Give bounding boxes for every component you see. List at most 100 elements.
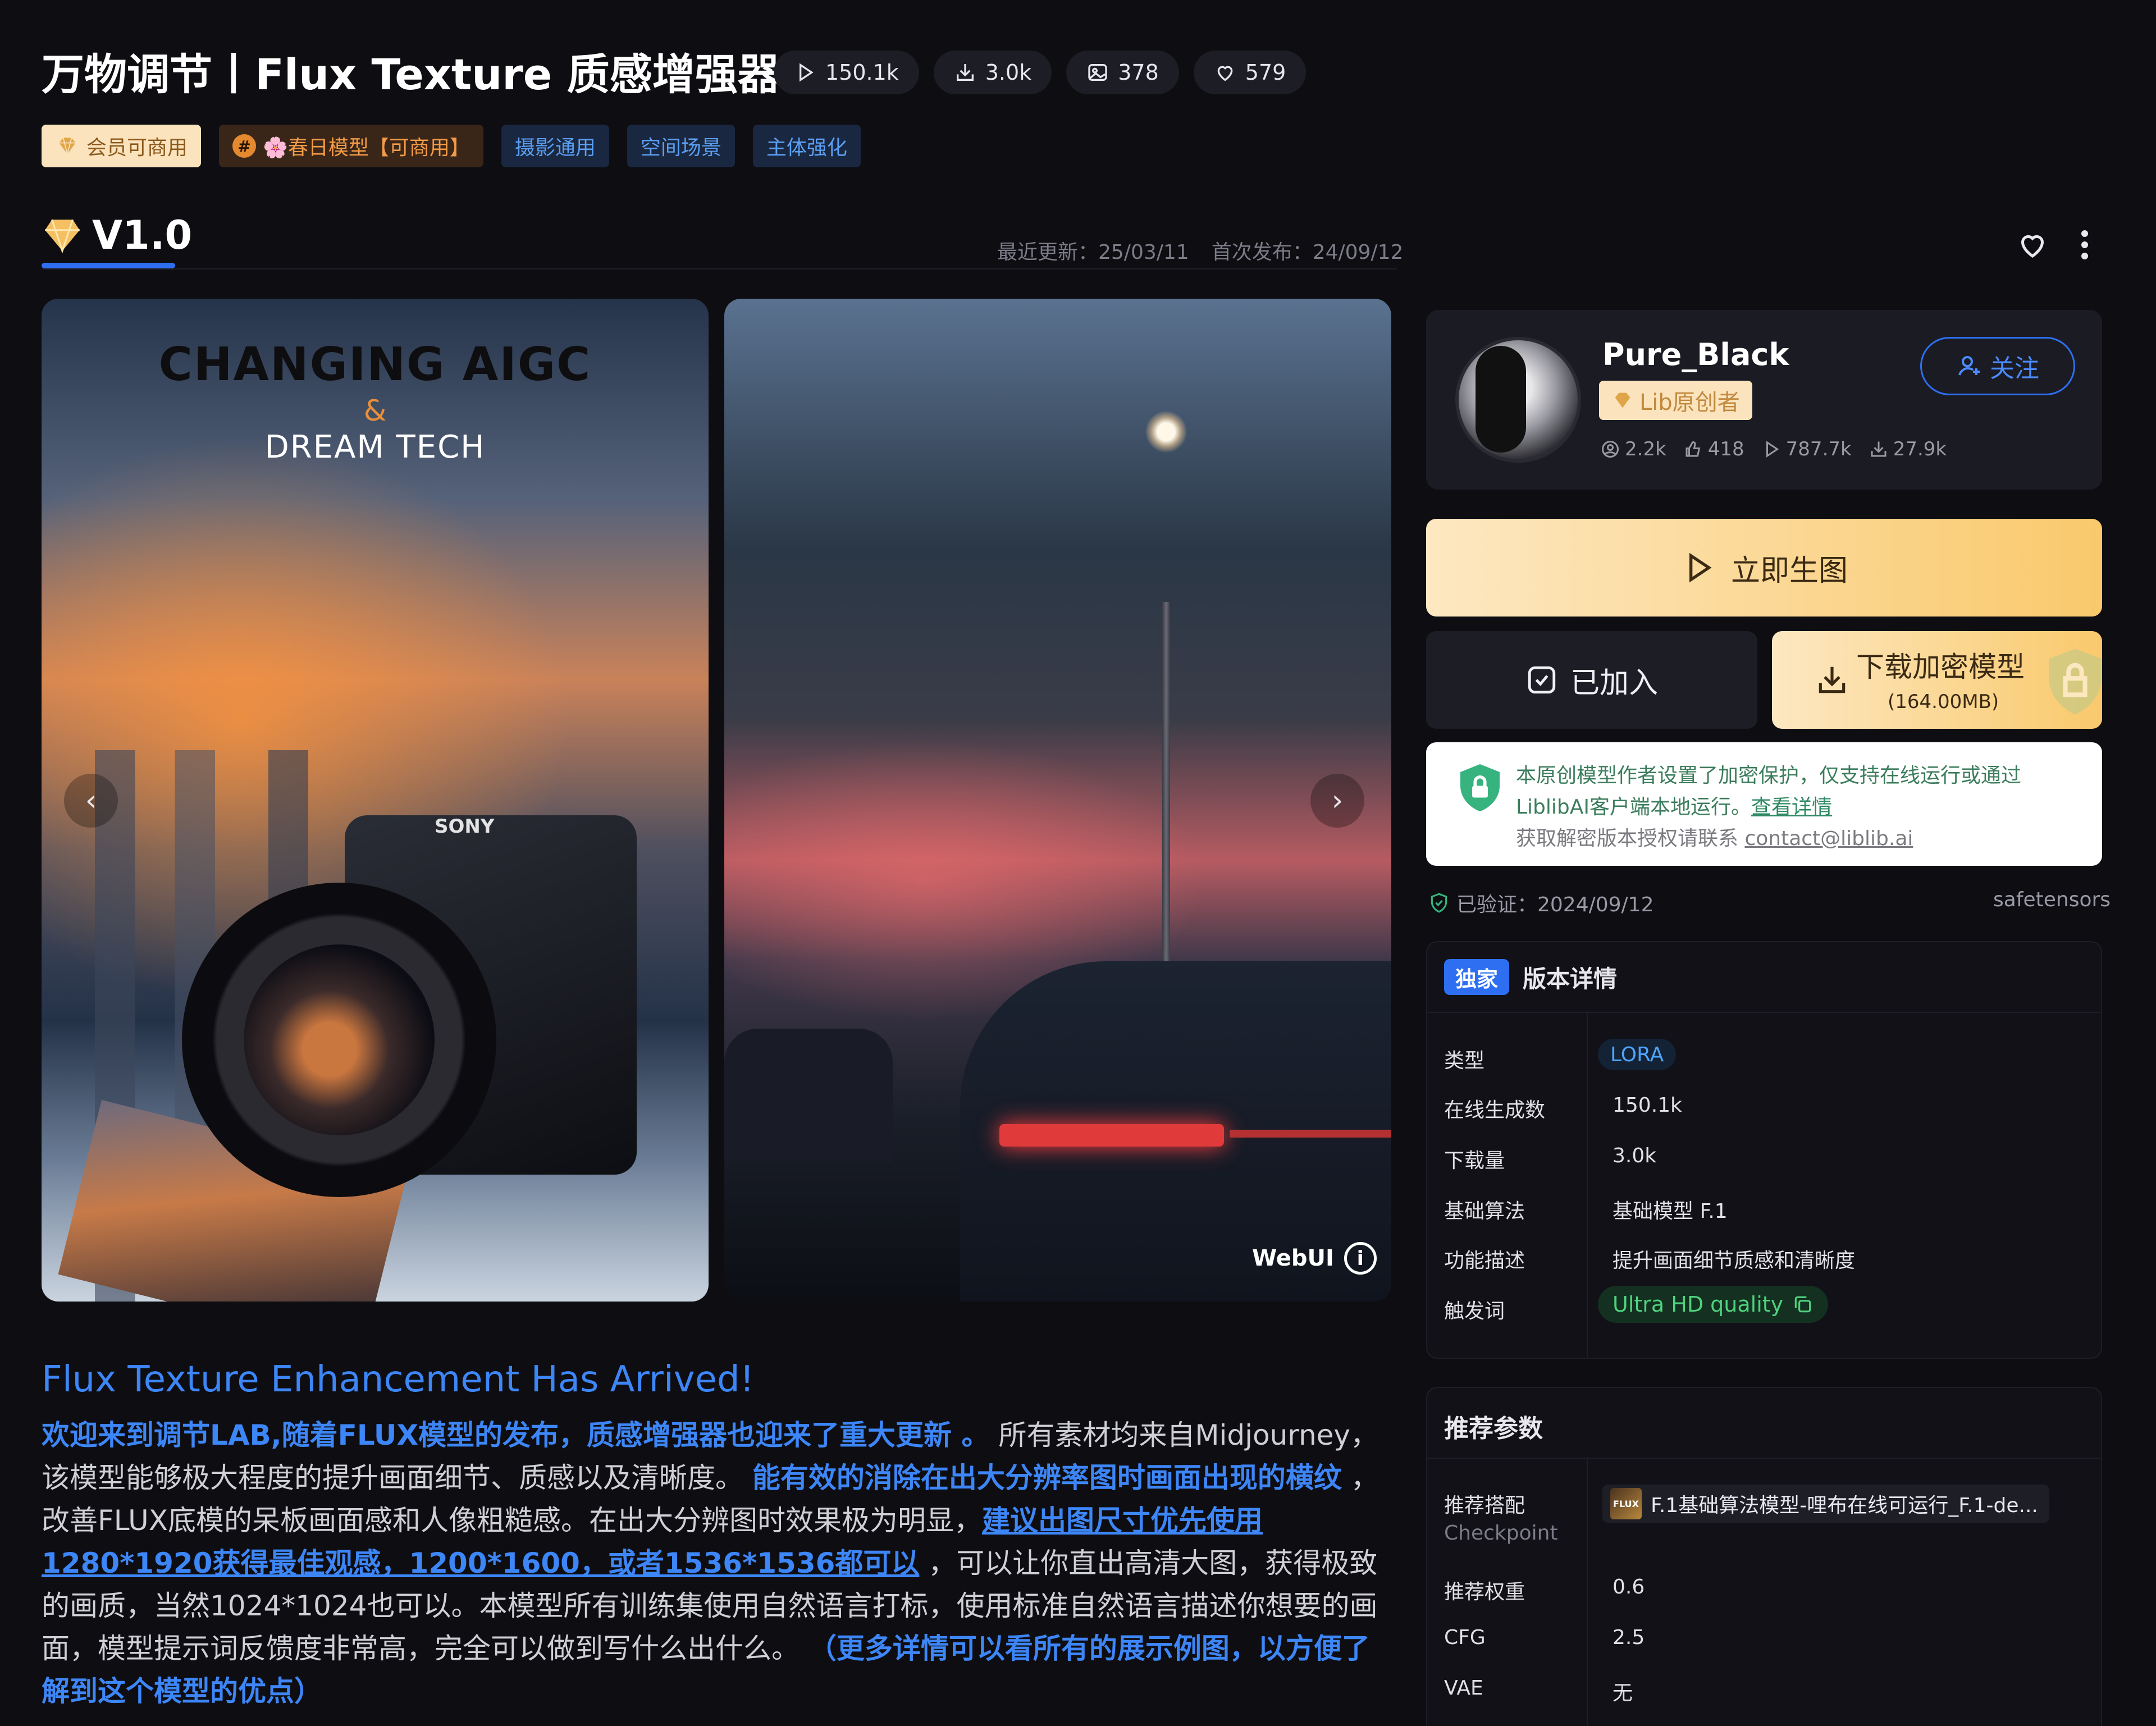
trigger-word-chip[interactable]: Ultra HD quality (1598, 1286, 1829, 1323)
tag-spring-event[interactable]: # 🌸春日模型【可商用】 (219, 125, 483, 167)
camera-brand: SONY (435, 815, 495, 838)
tag-label: 主体强化 (766, 136, 847, 159)
divider (1587, 1012, 1588, 1359)
param-label-checkpoint-sub: Checkpoint (1444, 1522, 1558, 1545)
followers-value: 2.2k (1625, 438, 1666, 460)
tag-list: 会员可商用 # 🌸春日模型【可商用】 摄影通用 空间场景 主体强化 (42, 125, 861, 167)
encryption-text: LiblibAI客户端本地运行。 (1516, 796, 1752, 819)
contact-email-link[interactable]: contact@liblib.ai (1744, 827, 1913, 850)
stat-likes[interactable]: 579 (1193, 51, 1307, 94)
trigger-word: Ultra HD quality (1613, 1292, 1784, 1317)
author-followers: 2.2k (1600, 438, 1666, 460)
file-format: safetensors (1993, 888, 2111, 911)
taillight-stripe (1230, 1130, 1391, 1138)
detail-value-generations: 150.1k (1613, 1094, 1682, 1117)
gallery-prev-button[interactable]: ‹ (64, 774, 118, 828)
encryption-line-3: 获取解密版本授权请联系 contact@liblib.ai (1516, 822, 1913, 851)
check-square-icon (1528, 666, 1556, 694)
details-title: 版本详情 (1523, 965, 1618, 993)
add-user-icon (1958, 356, 1980, 376)
tag-label: 摄影通用 (514, 136, 596, 159)
likes-value: 418 (1707, 438, 1744, 460)
encryption-line-2: LiblibAI客户端本地运行。查看详情 (1516, 791, 1832, 820)
play-icon (800, 63, 814, 82)
info-icon[interactable]: i (1344, 1242, 1377, 1275)
image-ampersand: & (363, 394, 387, 428)
param-value-weight: 0.6 (1613, 1576, 1645, 1599)
downloads-value: 27.9k (1893, 438, 1947, 460)
tag-vip-label: 会员可商用 (86, 136, 188, 159)
image-subheadline: DREAM TECH (264, 429, 486, 465)
tag-event-label: 🌸春日模型【可商用】 (263, 136, 470, 159)
author-card: Pure_Black Lib原创者 2.2k 418 787.7k 27.9k … (1426, 310, 2102, 490)
download-icon (1871, 441, 1886, 457)
author-stats: 2.2k 418 787.7k 27.9k (1600, 438, 1947, 460)
street-lamp-light (1145, 411, 1187, 453)
heart-icon (1217, 66, 1233, 81)
divider (1427, 1458, 2101, 1459)
tag-space-scene[interactable]: 空间场景 (627, 125, 735, 167)
gallery-image-car[interactable]: › WebUI i (724, 299, 1391, 1302)
detail-value-downloads: 3.0k (1613, 1144, 1657, 1167)
creator-badge: Lib原创者 (1599, 381, 1752, 420)
diamond-icon (1615, 392, 1630, 408)
author-name[interactable]: Pure_Black (1602, 337, 1789, 372)
tab-divider (42, 268, 1397, 270)
favorite-icon[interactable] (2016, 228, 2049, 262)
tab-version-v1[interactable]: V1.0 (42, 212, 192, 258)
tag-subject-enhance[interactable]: 主体强化 (752, 125, 861, 167)
tag-photography[interactable]: 摄影通用 (501, 125, 609, 167)
gallery-image-camera[interactable]: CHANGING AIGC & DREAM TECH SONY ‹ (42, 299, 709, 1302)
gallery-next-button[interactable]: › (1310, 774, 1364, 828)
model-stats: 150.1k 3.0k 378 579 (774, 51, 1307, 94)
version-details-card: 独家 版本详情 类型 LORA 在线生成数 150.1k 下载量 3.0k 基础… (1426, 941, 2102, 1359)
download-encrypted-button[interactable]: 下载加密模型 (164.00MB) (1772, 631, 2102, 729)
version-label: V1.0 (92, 212, 193, 258)
parked-car (724, 1029, 893, 1163)
shield-lock-icon (2049, 649, 2102, 715)
detail-label-trigger: 触发词 (1444, 1300, 1505, 1323)
divider (1427, 1012, 2101, 1013)
webui-badge[interactable]: WebUI i (1252, 1242, 1377, 1275)
detail-label-base-algorithm: 基础算法 (1444, 1200, 1525, 1223)
type-badge: LORA (1598, 1039, 1677, 1070)
lens-glass (244, 944, 435, 1135)
avatar[interactable] (1455, 337, 1581, 463)
download-label: 下载加密模型 (1856, 651, 2025, 683)
view-details-link[interactable]: 查看详情 (1751, 796, 1832, 819)
more-options-icon[interactable] (2076, 228, 2093, 262)
generate-now-button[interactable]: 立即生图 (1426, 519, 2102, 617)
added-label: 已加入 (1570, 666, 1658, 700)
author-downloads: 27.9k (1869, 438, 1947, 460)
copy-icon[interactable] (1792, 1294, 1814, 1315)
shield-lock-icon (1460, 764, 1500, 811)
creator-badge-label: Lib原创者 (1639, 390, 1740, 415)
page-title: 万物调节丨Flux Texture 质感增强器 (42, 49, 780, 99)
description-highlight: 欢迎来到调节LAB,随着FLUX模型的发布，质感增强器也迎来了重大更新 。 (42, 1419, 990, 1451)
encryption-line-1: 本原创模型作者设置了加密保护，仅支持在线运行或通过 (1516, 764, 2022, 787)
last-updated: 最近更新：25/03/11 (997, 241, 1189, 264)
detail-label-function: 功能描述 (1444, 1249, 1525, 1272)
params-title: 推荐参数 (1444, 1414, 1543, 1443)
divider (1587, 1458, 1588, 1726)
play-icon (1766, 441, 1779, 458)
car-taillight (999, 1124, 1224, 1147)
follow-button[interactable]: 关注 (1920, 337, 2075, 395)
verified-date: 已验证：2024/09/12 (1456, 893, 1654, 916)
added-button[interactable]: 已加入 (1426, 631, 1757, 729)
follow-label: 关注 (1990, 354, 2039, 383)
version-dates: 最近更新：25/03/11 首次发布：24/09/12 (997, 236, 1403, 265)
runs-value: 787.7k (1785, 438, 1852, 460)
detail-label-type: 类型 (1444, 1049, 1485, 1072)
chevron-left-icon: ‹ (85, 784, 97, 818)
stat-images-value: 378 (1118, 60, 1159, 85)
exclusive-badge: 独家 (1444, 959, 1510, 995)
checkpoint-thumbnail: FLUX (1610, 1488, 1642, 1519)
param-label-weight: 推荐权重 (1444, 1581, 1525, 1604)
active-tab-indicator (42, 263, 175, 268)
tag-vip-commercial[interactable]: 会员可商用 (42, 125, 202, 167)
stat-likes-value: 579 (1245, 60, 1286, 85)
checkpoint-name: F.1基础算法模型-哩布在线可运行_F.1-de... (1651, 1494, 2038, 1517)
recommended-checkpoint[interactable]: FLUX F.1基础算法模型-哩布在线可运行_F.1-de... (1602, 1485, 2049, 1523)
download-icon (1819, 666, 1846, 693)
